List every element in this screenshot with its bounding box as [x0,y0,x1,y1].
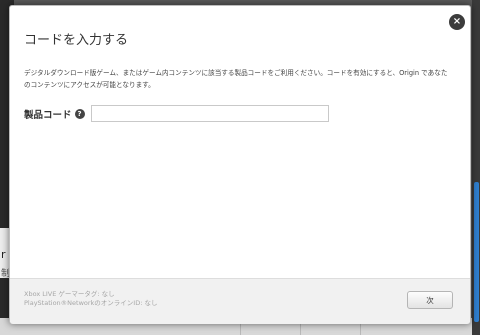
product-code-label: 製品コード [24,109,72,121]
product-code-row: 製品コード ? [24,105,329,122]
background-scrollbar[interactable] [472,0,480,335]
background-left-text: r [1,248,6,261]
background-scrollbar-thumb[interactable] [474,182,479,322]
xbox-gamertag-text: Xbox LIVE ゲーマータグ: なし [24,290,115,298]
redeem-code-dialog: × コードを入力する デジタルダウンロード版ゲーム、またはゲーム内コンテンツに該… [9,5,471,324]
psn-id-text: PlayStation®NetworkのオンラインID: なし [24,299,158,307]
product-code-input[interactable] [90,105,329,122]
close-icon[interactable]: × [449,14,465,30]
dialog-description: デジタルダウンロード版ゲーム、またはゲーム内コンテンツに該当する製品コードをご利… [24,69,448,89]
dialog-footer: Xbox LIVE ゲーマータグ: なし PlayStation®Network… [10,278,470,324]
help-icon[interactable]: ? [74,108,85,119]
next-button[interactable]: 次 [407,291,453,309]
account-info: Xbox LIVE ゲーマータグ: なし PlayStation®Network… [24,290,157,308]
dialog-title: コードを入力する [24,33,129,48]
